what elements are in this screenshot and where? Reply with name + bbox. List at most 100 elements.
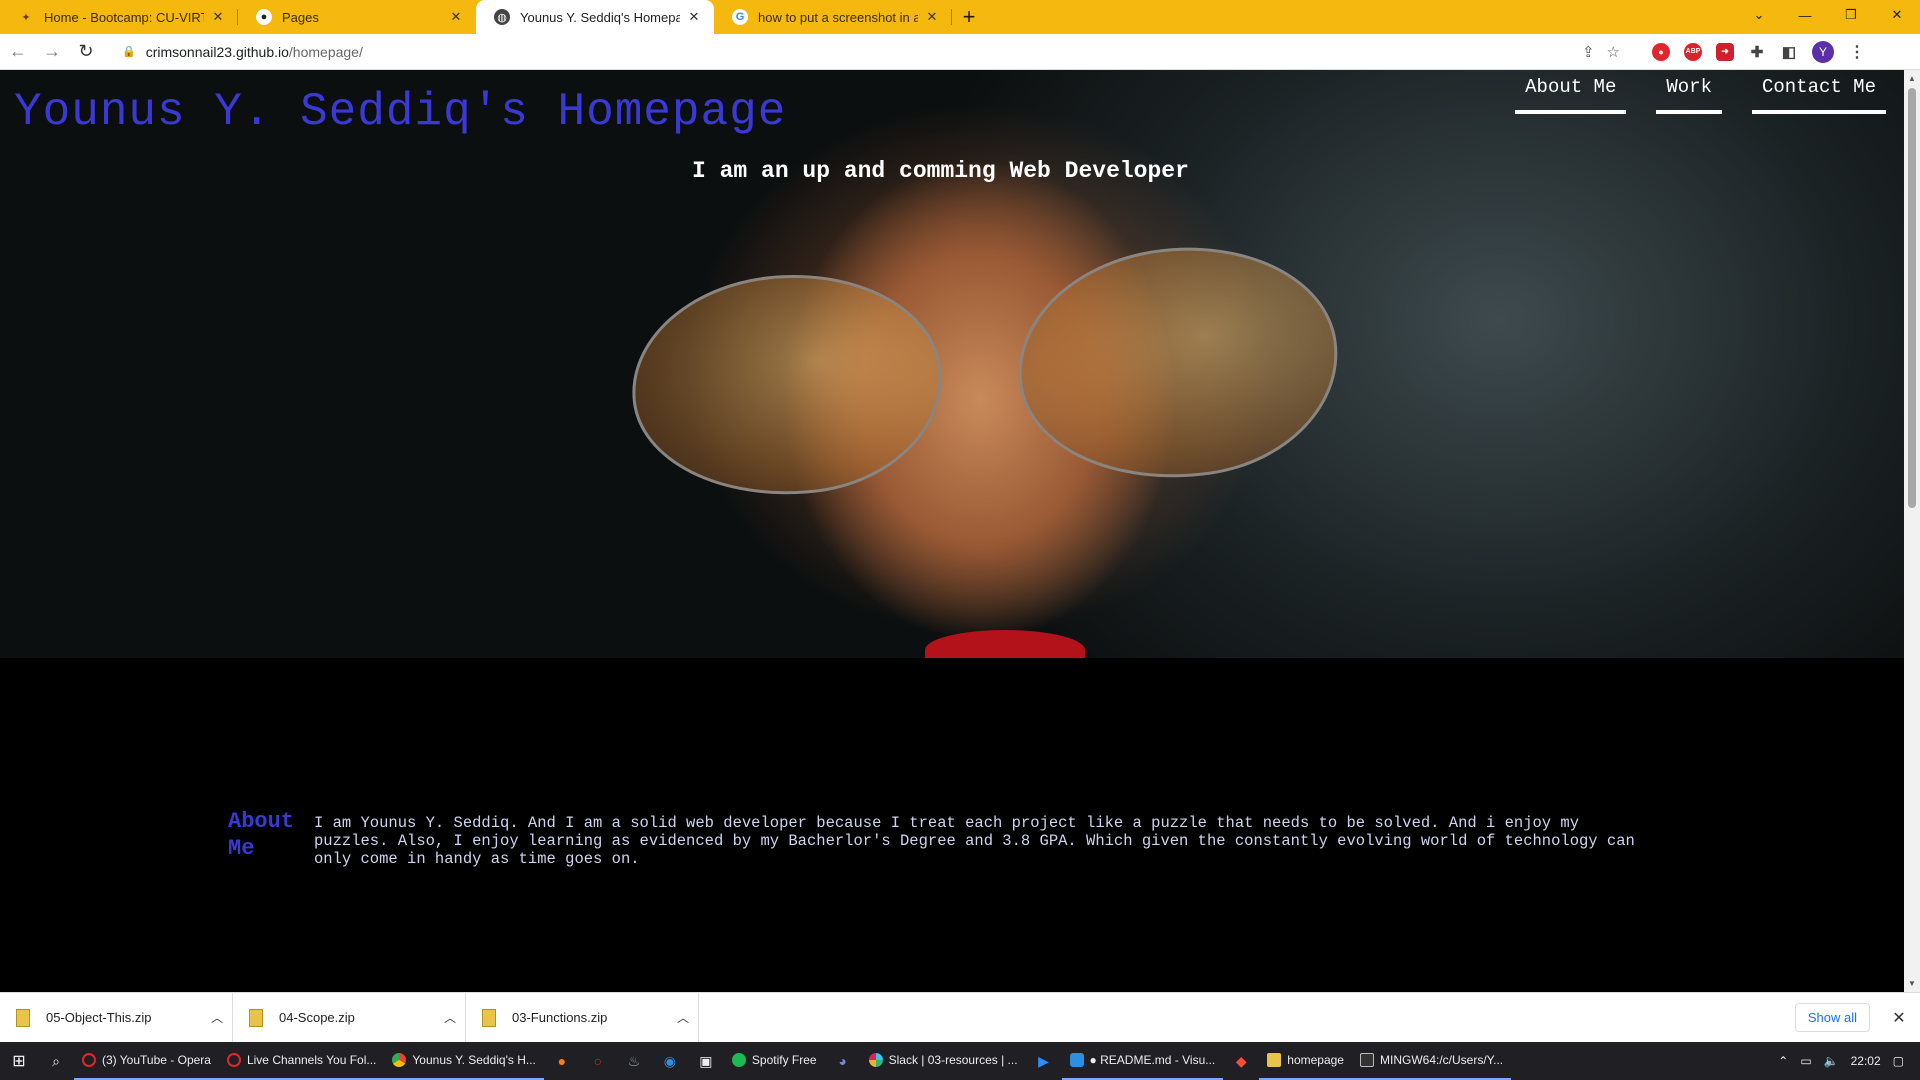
taskbar-app-label: Slack | 03-resources | ... <box>888 1053 1018 1067</box>
nav-link-about-me[interactable]: About Me <box>1515 76 1627 114</box>
opera-gx-icon[interactable]: ○ <box>580 1042 616 1080</box>
downloads-bar: 05-Object-This.zip ︿ 04-Scope.zip ︿ 03-F… <box>0 992 1920 1043</box>
close-icon[interactable]: ✕ <box>686 9 702 25</box>
site-tagline: I am an up and comming Web Developer <box>692 158 1189 184</box>
github-icon: ● <box>256 9 272 25</box>
url-path: /homepage/ <box>288 43 363 60</box>
close-icon[interactable]: ✕ <box>1884 1008 1914 1028</box>
zoom-icon[interactable]: ▶ <box>1026 1042 1062 1080</box>
red-arrow-extension-icon[interactable]: ➜ <box>1716 42 1734 61</box>
chevron-up-icon[interactable]: ︿ <box>435 1009 465 1026</box>
close-icon[interactable]: ✕ <box>210 9 226 25</box>
download-item[interactable]: 05-Object-This.zip ︿ <box>0 992 233 1043</box>
close-icon[interactable]: ✕ <box>448 9 464 25</box>
network-icon[interactable]: ▭ <box>1800 1054 1811 1068</box>
browser-tab-bootcamp[interactable]: ✦ Home - Bootcamp: CU-VIRT-BO ✕ <box>0 0 238 34</box>
download-item[interactable]: 03-Functions.zip ︿ <box>466 992 699 1043</box>
scrollbar-thumb[interactable] <box>1908 88 1916 508</box>
browser-toolbar: ← → ↻ 🔒 crimsonnail23.github.io/homepage… <box>0 34 1920 70</box>
battle-net-icon[interactable]: ◉ <box>652 1042 688 1080</box>
download-item[interactable]: 04-Scope.zip ︿ <box>233 992 466 1043</box>
scroll-up-arrow-icon[interactable]: ▲ <box>1908 74 1916 83</box>
folder-icon <box>1267 1053 1282 1067</box>
share-icon[interactable]: ⇪ <box>1582 43 1595 61</box>
taskbar-app-slack[interactable]: Slack | 03-resources | ... <box>861 1042 1026 1080</box>
zip-file-icon <box>249 1008 263 1027</box>
taskbar-app-label: Live Channels You Fol... <box>246 1053 377 1067</box>
clock[interactable]: 22:02 <box>1851 1054 1881 1068</box>
address-bar[interactable]: 🔒 crimsonnail23.github.io/homepage/ ⇪ ☆ <box>110 37 1640 67</box>
chevron-up-icon[interactable]: ︿ <box>668 1009 698 1026</box>
opera-icon <box>226 1053 241 1067</box>
windows-start-icon[interactable]: ⊞ <box>0 1042 38 1080</box>
spotify-icon <box>731 1053 746 1067</box>
url-host: crimsonnail23.github.io <box>145 43 289 60</box>
taskbar-app-label: Spotify Free <box>751 1053 817 1067</box>
taskbar-app-opera[interactable]: (3) YouTube - Opera <box>74 1042 219 1080</box>
epic-games-icon[interactable]: ▣ <box>688 1042 724 1080</box>
chevron-up-icon[interactable]: ⌃ <box>1778 1054 1788 1068</box>
about-section: About Me I am Younus Y. Seddiq. And I am… <box>228 808 1659 868</box>
browser-tab-homepage[interactable]: ◍ Younus Y. Seddiq's Homepage ✕ <box>476 0 714 34</box>
forward-arrow-icon[interactable]: → <box>36 36 68 68</box>
taskbar-app-opera-2[interactable]: Live Channels You Fol... <box>218 1042 385 1080</box>
new-tab-button[interactable]: + <box>952 0 986 34</box>
volume-icon[interactable]: 🔈 <box>1824 1054 1839 1068</box>
nav-link-work[interactable]: Work <box>1656 76 1722 114</box>
extensions-area: ● ABP ➜ ✚ ◧ Y ⋮ <box>1652 40 1866 63</box>
window-close-icon[interactable]: ✕ <box>1874 0 1920 30</box>
opera-icon <box>82 1053 96 1067</box>
notification-icon[interactable]: ▢ <box>1893 1054 1904 1068</box>
vscode-icon <box>1069 1053 1084 1067</box>
reload-icon[interactable]: ↻ <box>70 36 102 68</box>
chevron-up-icon[interactable]: ︿ <box>202 1009 232 1026</box>
firefox-icon[interactable]: ● <box>544 1042 580 1080</box>
browser-tab-pages[interactable]: ● Pages ✕ <box>238 0 476 34</box>
taskbar-app-explorer[interactable]: homepage <box>1259 1042 1352 1080</box>
browser-tab-search[interactable]: G how to put a screenshot in a rea ✕ <box>714 0 952 34</box>
kebab-menu-icon[interactable]: ⋮ <box>1848 43 1866 61</box>
show-all-downloads-button[interactable]: Show all <box>1794 1003 1870 1032</box>
adblock-plus-icon[interactable]: ABP <box>1684 42 1702 61</box>
side-panel-icon[interactable]: ◧ <box>1780 43 1798 61</box>
taskbar-app-spotify[interactable]: Spotify Free <box>724 1042 825 1080</box>
restore-icon[interactable]: ❐ <box>1828 0 1874 30</box>
taskbar-app-vscode[interactable]: ● README.md - Visu... <box>1061 1042 1224 1080</box>
tab-title: how to put a screenshot in a rea <box>758 9 918 25</box>
opera-extension-icon[interactable]: ● <box>1652 42 1670 61</box>
browser-tab-strip: ✦ Home - Bootcamp: CU-VIRT-BO ✕ ● Pages … <box>0 0 1920 34</box>
nav-link-contact-me[interactable]: Contact Me <box>1751 76 1886 114</box>
about-heading: About Me <box>228 809 295 861</box>
minimize-icon[interactable]: — <box>1782 0 1828 30</box>
close-icon[interactable]: ✕ <box>924 9 940 25</box>
about-paragraph: I am Younus Y. Seddiq. And I am a solid … <box>314 814 1635 868</box>
omnibox-actions: ⇪ ☆ <box>1582 43 1640 61</box>
tab-search-icon[interactable]: ⌄ <box>1736 0 1782 30</box>
page-viewport: Younus Y. Seddiq's Homepage I am an up a… <box>0 70 1904 992</box>
profile-avatar[interactable]: Y <box>1812 40 1834 63</box>
tab-title: Younus Y. Seddiq's Homepage <box>520 9 680 25</box>
chrome-icon <box>392 1053 407 1067</box>
canvas-icon: ✦ <box>21 11 31 24</box>
taskbar-app-chrome[interactable]: Younus Y. Seddiq's H... <box>384 1042 544 1080</box>
system-tray: ⌃ ▭ 🔈 22:02 ▢ <box>1778 1054 1920 1068</box>
download-filename: 04-Scope.zip <box>279 1010 355 1025</box>
taskbar-app-git-bash[interactable]: MINGW64:/c/Users/Y... <box>1351 1042 1512 1080</box>
download-filename: 05-Object-This.zip <box>46 1010 152 1025</box>
back-arrow-icon[interactable]: ← <box>2 36 34 68</box>
steam-icon[interactable]: ♨ <box>616 1042 652 1080</box>
discord-icon[interactable]: ◕ <box>825 1042 861 1080</box>
download-filename: 03-Functions.zip <box>512 1010 608 1025</box>
tab-title: Home - Bootcamp: CU-VIRT-BO <box>44 9 204 25</box>
scroll-down-arrow-icon[interactable]: ▼ <box>1908 979 1916 988</box>
puzzle-piece-icon[interactable]: ✚ <box>1748 43 1766 61</box>
git-icon[interactable]: ◆ <box>1223 1042 1259 1080</box>
tab-title: Pages <box>282 9 319 25</box>
search-icon[interactable]: ⌕ <box>38 1042 74 1080</box>
windows-taskbar: ⊞ ⌕ (3) YouTube - Opera Live Channels Yo… <box>0 1042 1920 1080</box>
bookmark-star-icon[interactable]: ☆ <box>1607 43 1620 61</box>
terminal-icon <box>1359 1053 1374 1067</box>
page-scrollbar[interactable]: ▲ ▼ <box>1904 70 1920 992</box>
zip-file-icon <box>16 1008 30 1027</box>
hero-glasses-left-lens <box>621 259 953 511</box>
